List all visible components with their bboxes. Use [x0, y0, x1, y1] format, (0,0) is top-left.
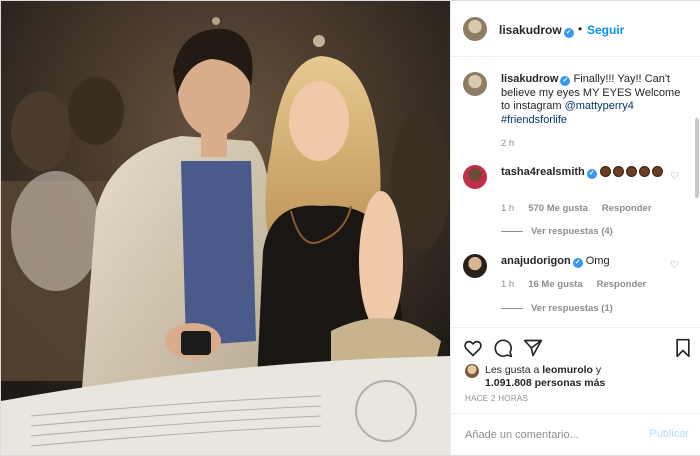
follow-button[interactable]: Seguir — [587, 23, 624, 37]
brown-heart-emoji-icon — [625, 166, 637, 177]
post-actions: Les gusta a leomurolo y 1.091.808 person… — [451, 327, 700, 455]
comment-emoji-group — [599, 166, 665, 178]
comment-avatar[interactable] — [463, 254, 487, 278]
comment-likes[interactable]: 16 Me gusta — [528, 279, 582, 290]
photo-illustration — [1, 1, 450, 455]
comment-text: anajudorigon ✓ Omg — [501, 255, 691, 269]
caption-time[interactable]: 2 h — [501, 138, 514, 149]
caption-mention[interactable]: @mattyperry4 — [565, 100, 634, 112]
author-username[interactable]: lisakudrow ✓ — [499, 23, 574, 38]
comment-time[interactable]: 1 h — [501, 203, 514, 214]
comment-username[interactable]: anajudorigon ✓ — [501, 255, 583, 268]
liker-username[interactable]: leomurolo — [542, 364, 593, 376]
comment-avatar[interactable] — [463, 165, 487, 189]
comments-scrollbar[interactable] — [695, 118, 699, 198]
brown-heart-emoji-icon — [612, 166, 624, 177]
comment-likes[interactable]: 570 Me gusta — [528, 203, 588, 214]
comment-like-heart-icon[interactable]: ♡ — [670, 260, 679, 271]
comment-meta: 1 h 16 Me gusta Responder — [501, 279, 660, 290]
replies-divider — [501, 307, 523, 309]
comment-body: Omg — [585, 255, 610, 267]
caption-meta: 2 h — [501, 138, 528, 149]
likes-summary: Les gusta a leomurolo y 1.091.808 person… — [485, 364, 606, 389]
comment-time[interactable]: 1 h — [501, 279, 514, 290]
comment-icon[interactable] — [493, 338, 513, 358]
heart-icon[interactable] — [463, 338, 483, 358]
verified-badge-icon: ✓ — [563, 28, 574, 38]
comment-meta: 1 h 570 Me gusta Responder — [501, 203, 666, 214]
caption-hashtag[interactable]: #friendsforlife — [501, 114, 567, 126]
header-separator: • — [578, 22, 583, 36]
likes-count[interactable]: 1.091.808 personas más — [485, 377, 605, 389]
bookmark-icon[interactable] — [673, 338, 693, 358]
comment-username[interactable]: tasha4realsmith ✓ — [501, 166, 597, 179]
share-icon[interactable] — [523, 338, 543, 358]
post-details-panel: lisakudrow ✓ • Seguir lisakudrow ✓ Finally… — [450, 1, 700, 455]
caption-username[interactable]: lisakudrow ✓ — [501, 73, 571, 86]
post-timestamp[interactable]: HACE 2 HORAS — [465, 394, 528, 403]
post-header: lisakudrow ✓ • Seguir — [451, 1, 700, 57]
liker-avatar[interactable] — [465, 364, 479, 378]
author-avatar[interactable] — [463, 17, 487, 41]
instagram-post-modal: lisakudrow ✓ • Seguir lisakudrow ✓ Finally… — [0, 0, 700, 456]
caption-text: lisakudrow ✓ Finally!!! Yay!! Can't belie… — [501, 73, 691, 127]
comment-reply-button[interactable]: Responder — [602, 203, 652, 214]
brown-heart-emoji-icon — [651, 166, 663, 177]
replies-divider — [501, 230, 523, 232]
comment-reply-button[interactable]: Responder — [597, 279, 647, 290]
brown-heart-emoji-icon — [599, 166, 611, 177]
caption-avatar[interactable] — [463, 72, 487, 96]
verified-badge-icon: ✓ — [586, 169, 597, 179]
brown-heart-emoji-icon — [638, 166, 650, 177]
comment-like-heart-icon[interactable]: ♡ — [670, 171, 679, 182]
comment-input[interactable] — [465, 426, 625, 444]
verified-badge-icon: ✓ — [560, 76, 571, 86]
comments-list[interactable]: lisakudrow ✓ Finally!!! Yay!! Can't belie… — [451, 58, 700, 326]
verified-badge-icon: ✓ — [572, 258, 583, 268]
view-replies-button[interactable]: Ver respuestas (1) — [501, 303, 613, 314]
comment-text: tasha4realsmith ✓ — [501, 166, 691, 180]
post-photo[interactable] — [1, 1, 450, 455]
post-comment-button[interactable]: Publicar — [649, 428, 689, 440]
add-comment-bar: Publicar — [451, 413, 700, 456]
view-replies-button[interactable]: Ver respuestas (4) — [501, 226, 613, 237]
